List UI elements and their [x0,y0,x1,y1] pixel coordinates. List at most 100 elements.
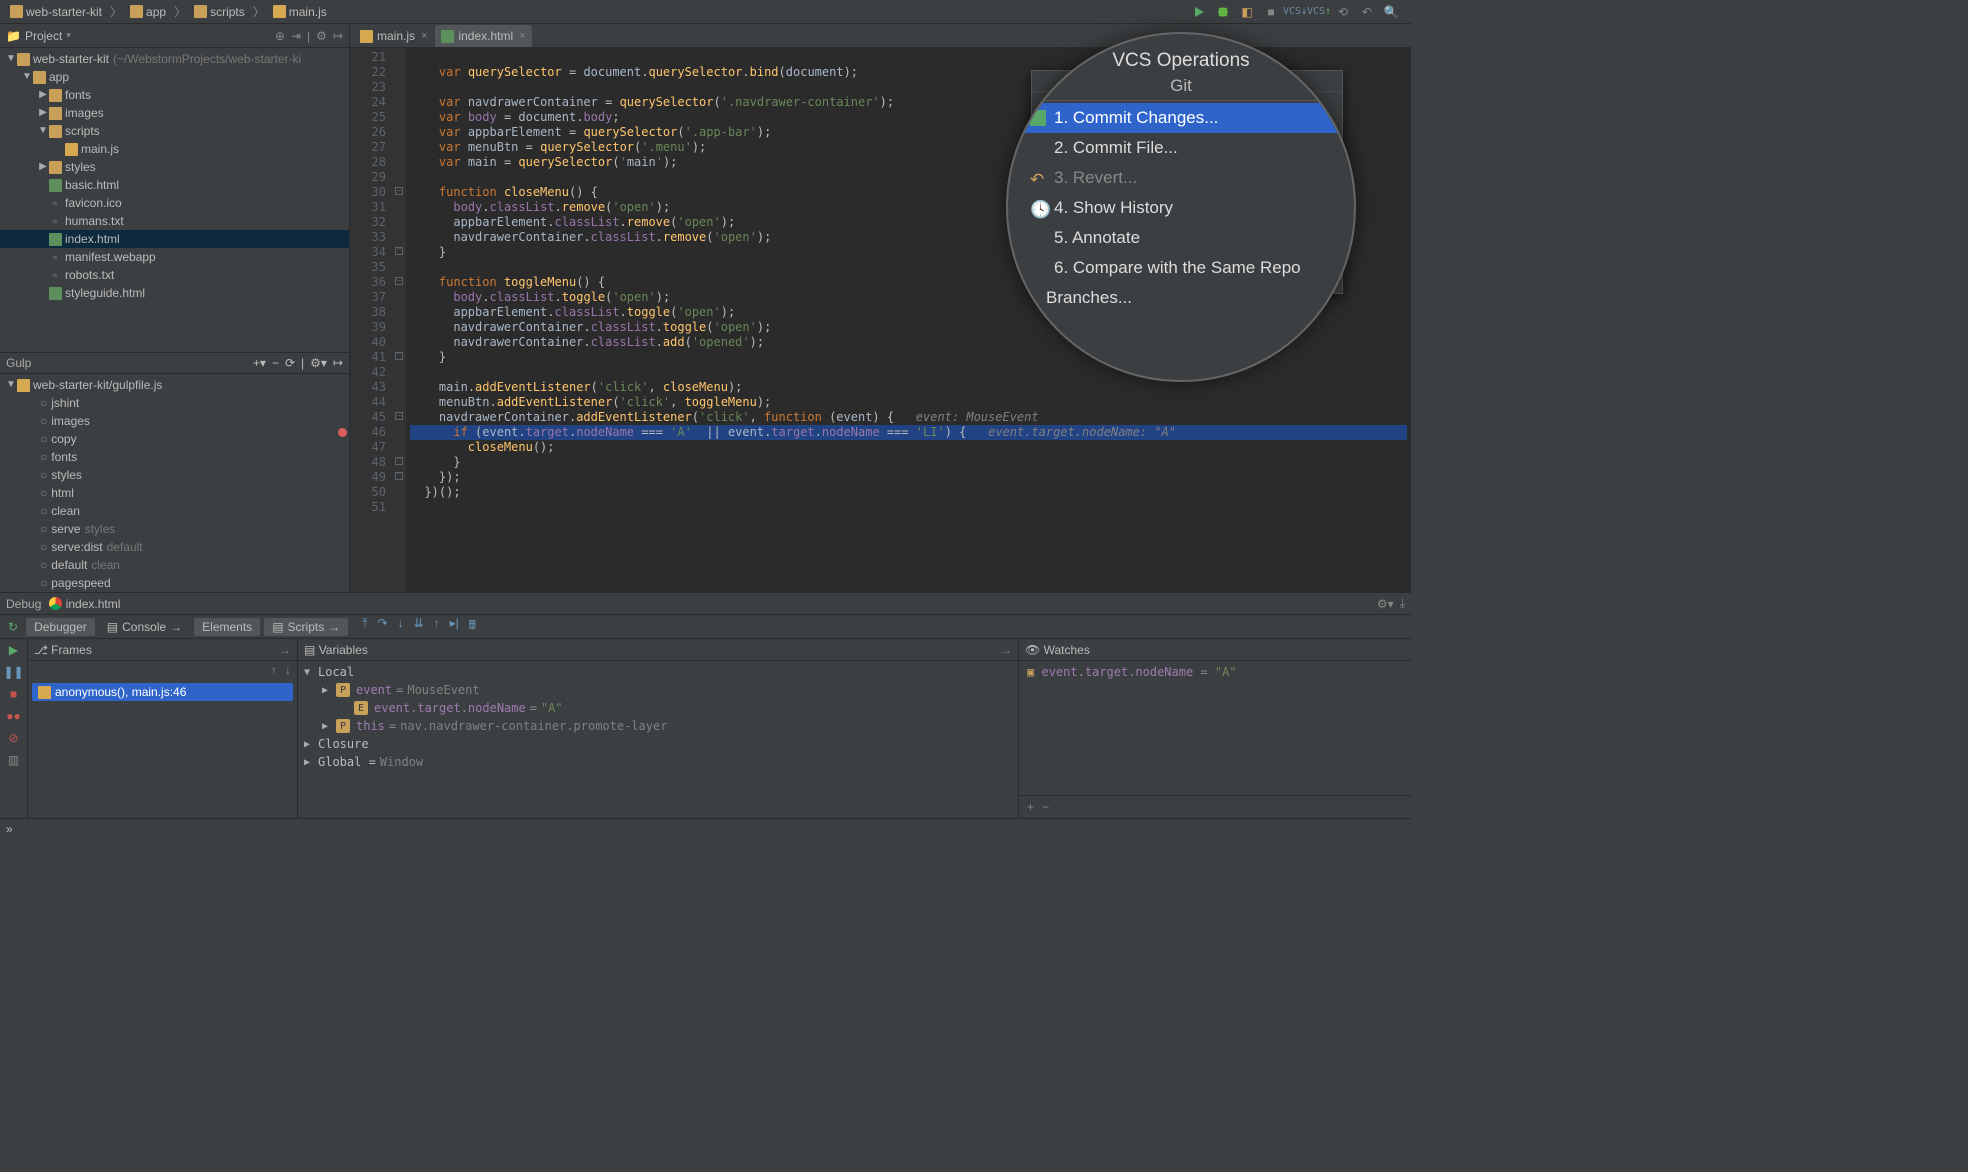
fold-marker[interactable] [392,48,406,63]
line-number[interactable]: 22 [352,65,386,80]
watch-row[interactable]: ▣ event.target.nodeName = "A" [1027,665,1403,679]
layout-icon[interactable]: ▥ [8,753,19,767]
expand-icon[interactable]: ▶ [304,757,314,768]
vcs-menu-item[interactable]: 2. Commit File... [1020,133,1342,163]
tree-arrow-icon[interactable]: ▼ [38,126,48,136]
breadcrumb-seg[interactable]: main.js [269,4,331,20]
add-watch-icon[interactable]: + [1027,800,1034,814]
code-line[interactable]: }); [410,470,1407,485]
variables-tree[interactable]: ▼Local▶Pevent = MouseEventEevent.target.… [298,661,1018,818]
code-line[interactable] [410,500,1407,515]
elements-tab[interactable]: Elements [194,618,260,636]
fold-marker[interactable] [392,213,406,228]
gulp-task[interactable]: ○defaultclean [0,556,349,574]
line-number[interactable]: 31 [352,200,386,215]
line-number[interactable]: 33 [352,230,386,245]
step-into-icon[interactable]: ↓ [398,616,404,637]
fold-marker[interactable] [392,303,406,318]
minimize-icon[interactable]: ⤓ [1400,596,1405,611]
stop-button[interactable]: ■ [1263,4,1279,20]
line-number[interactable]: 42 [352,365,386,380]
tree-arrow-icon[interactable]: ▶ [38,90,48,100]
breadcrumb-seg[interactable]: app [126,4,170,20]
run-to-cursor-icon[interactable]: ▸| [450,616,459,637]
tree-row[interactable]: basic.html [0,176,349,194]
line-number[interactable]: 37 [352,290,386,305]
fold-marker[interactable] [392,153,406,168]
line-number[interactable]: 26 [352,125,386,140]
undo-button[interactable]: ↶ [1359,4,1375,20]
refresh-icon[interactable]: ⟳ [285,356,295,370]
line-number[interactable]: 34 [352,245,386,260]
next-frame-icon[interactable]: ↓ [285,663,291,677]
code-line[interactable]: })(); [410,485,1407,500]
fold-marker[interactable] [392,123,406,138]
stop-icon[interactable]: ■ [10,687,17,701]
breakpoint-icon[interactable] [338,428,347,437]
collapse-icon[interactable]: → [1000,643,1012,657]
line-number[interactable]: 24 [352,95,386,110]
fold-marker[interactable] [392,483,406,498]
stack-frame[interactable]: anonymous(), main.js:46 [32,683,293,701]
line-number[interactable]: 21 [352,50,386,65]
line-number[interactable]: 32 [352,215,386,230]
fold-marker[interactable] [392,288,406,303]
expand-icon[interactable]: ▶ [322,685,332,696]
evaluate-icon[interactable]: 🖩 [469,616,476,637]
settings-icon[interactable]: ⚙▾ [310,356,327,370]
remove-watch-icon[interactable]: − [1042,800,1049,814]
vcs-commit-button[interactable]: VCS↑ [1311,4,1327,20]
tree-row[interactable]: ▫favicon.ico [0,194,349,212]
fold-marker[interactable] [392,498,406,513]
fold-marker[interactable] [392,108,406,123]
toolwindows-toggle-icon[interactable]: » [6,822,13,836]
hide-icon[interactable]: ↦ [333,29,343,43]
resume-icon[interactable]: ▶ [9,643,18,657]
tree-row[interactable]: ▼scripts [0,122,349,140]
gulp-task[interactable]: ○jshint [0,394,349,412]
gulp-tree[interactable]: ▼web-starter-kit/gulpfile.js○jshint○imag… [0,374,349,592]
vcs-menu-item[interactable]: ↶3. Revert... [1020,163,1342,193]
variable-row[interactable]: Eevent.target.nodeName = "A" [304,699,1012,717]
fold-marker[interactable] [392,423,406,438]
debug-button[interactable] [1215,4,1231,20]
line-number[interactable]: 46 [352,425,386,440]
variable-row[interactable]: ▶Pevent = MouseEvent [304,681,1012,699]
line-number[interactable]: 48 [352,455,386,470]
fold-marker[interactable] [392,228,406,243]
fold-marker[interactable]: ^ [392,243,406,258]
tree-row[interactable]: ▶images [0,104,349,122]
view-breakpoints-icon[interactable]: ●● [6,709,21,723]
variable-row[interactable]: ▶Closure [304,735,1012,753]
line-number[interactable]: 49 [352,470,386,485]
close-icon[interactable]: × [519,30,525,42]
fold-marker[interactable]: ^ [392,348,406,363]
fold-marker[interactable] [392,378,406,393]
line-number[interactable]: 41 [352,350,386,365]
line-number[interactable]: 45 [352,410,386,425]
locate-icon[interactable]: ⊕ [275,29,285,43]
tree-row[interactable]: ▫humans.txt [0,212,349,230]
fold-marker[interactable] [392,198,406,213]
gulp-task[interactable]: ○serve:distdefault [0,538,349,556]
fold-marker[interactable] [392,363,406,378]
console-tab[interactable]: ▤Console → [99,618,190,636]
sync-button[interactable]: ⟲ [1335,4,1351,20]
line-number[interactable]: 29 [352,170,386,185]
code-line[interactable]: closeMenu(); [410,440,1407,455]
code-line[interactable]: navdrawerContainer.addEventListener('cli… [410,410,1407,425]
breadcrumb-seg[interactable]: web-starter-kit [6,4,106,20]
scripts-tab[interactable]: ▤Scripts → [264,618,348,636]
expand-icon[interactable]: ▶ [304,739,314,750]
expand-icon[interactable]: ▶ [322,721,332,732]
close-icon[interactable]: × [421,30,427,42]
settings-icon[interactable]: ⚙▾ [1377,597,1394,611]
vcs-menu-item[interactable]: 1. Commit Changes... [1020,103,1342,133]
line-gutter[interactable]: 2122232425262728293031323334353637383940… [350,48,392,592]
fold-marker[interactable] [392,168,406,183]
expand-icon[interactable]: ▼ [304,667,314,678]
line-number[interactable]: 27 [352,140,386,155]
tree-row[interactable]: ▶fonts [0,86,349,104]
line-number[interactable]: 40 [352,335,386,350]
prev-frame-icon[interactable]: ↑ [271,663,277,677]
